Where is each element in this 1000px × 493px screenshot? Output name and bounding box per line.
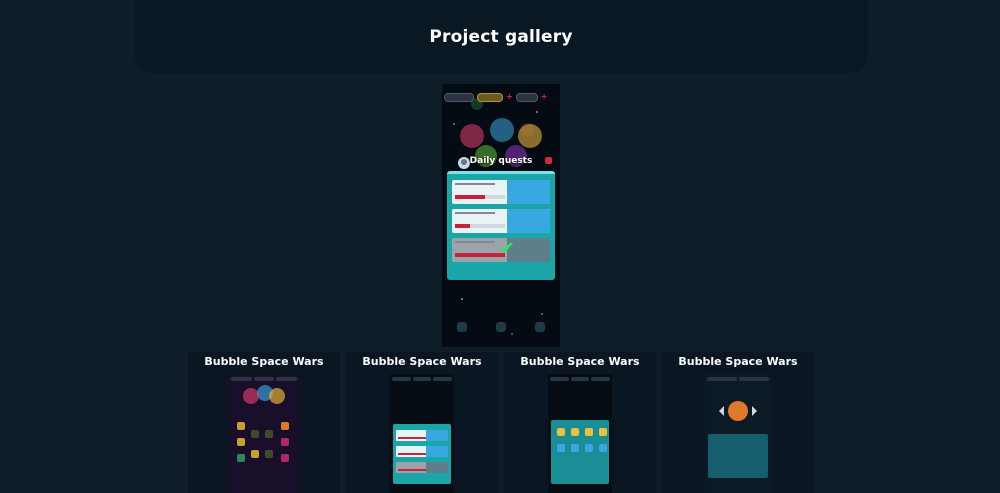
quests-panel: ✔ (447, 171, 555, 280)
gallery-card[interactable]: Bubble Space Wars (662, 352, 814, 493)
bubble-preview-icon (719, 401, 757, 421)
reward-coins-icon (506, 180, 550, 204)
card-title: Bubble Space Wars (362, 355, 482, 368)
checkmark-icon: ✔ (500, 238, 516, 259)
card-title: Bubble Space Wars (678, 355, 798, 368)
reward-gem-icon (506, 209, 550, 233)
nav-icon[interactable] (535, 322, 546, 332)
quest-row-completed: ✔ (452, 238, 550, 262)
currency-bar: + + (444, 91, 558, 103)
card-title: Bubble Space Wars (204, 355, 324, 368)
card-thumbnail[interactable] (548, 374, 612, 493)
plus-icon[interactable]: + (541, 93, 548, 101)
close-icon[interactable] (545, 157, 552, 164)
plus-icon[interactable]: + (506, 93, 513, 101)
bottom-nav (442, 322, 560, 332)
nav-icon[interactable] (495, 322, 506, 332)
bubble-space-wars-logo (243, 385, 285, 404)
card-thumbnail[interactable] (705, 374, 771, 493)
quest-row (452, 209, 550, 233)
card-thumbnail[interactable] (390, 374, 454, 493)
quest-row (452, 180, 550, 204)
featured-screenshot[interactable]: + + Daily quests ✔ (442, 84, 560, 347)
page-header: Project gallery (135, 0, 867, 73)
gallery-card[interactable]: Bubble Space Wars (346, 352, 498, 493)
gallery-card[interactable]: Bubble Space Wars (504, 352, 656, 493)
daily-quests-title: Daily quests (469, 156, 533, 166)
page-title: Project gallery (429, 26, 573, 47)
card-thumbnail[interactable] (229, 374, 299, 493)
card-title: Bubble Space Wars (520, 355, 640, 368)
gallery-card[interactable]: Bubble Space Wars (188, 352, 340, 493)
nav-icon[interactable] (456, 322, 467, 332)
